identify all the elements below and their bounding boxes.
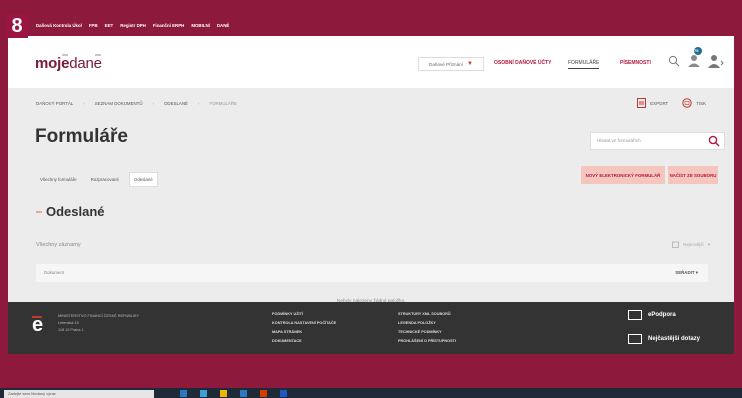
chevron-down-icon: ▼	[467, 61, 473, 67]
records-label: Všechny záznamy	[36, 242, 81, 248]
breadcrumb-separator: ›	[197, 101, 200, 106]
table-header: Dokument SEŘADIT ▾	[36, 264, 708, 282]
filter-value: Nejnovější	[683, 242, 704, 247]
chevron-down-icon: ▾	[707, 241, 710, 247]
folder-app-icon[interactable]	[220, 390, 227, 397]
breadcrumb-separator: ›	[152, 101, 154, 106]
footer-links-col-2: STRUKTURY XML SOUBORŮ LEGENDA POLOŽKY TE…	[398, 312, 456, 343]
bookmark-link[interactable]: EET	[105, 23, 114, 28]
search-icon[interactable]	[668, 54, 680, 72]
breadcrumb-item[interactable]: ODESLANÉ	[164, 101, 188, 106]
sort-filter[interactable]: Nejnovější ▾	[672, 241, 710, 248]
breadcrumb-item[interactable]: DAŇOVÝ PORTÁL	[36, 101, 73, 106]
site-logo[interactable]: mojedane	[35, 55, 102, 72]
sort-button[interactable]: SEŘADIT ▾	[675, 270, 698, 276]
footer-link[interactable]: KONTROLA NASTAVENÍ POČÍTAČE	[272, 321, 336, 325]
nav-tax-accounts[interactable]: OSOBNÍ DAŇOVÉ ÚČTY	[494, 60, 552, 66]
search-icon[interactable]	[708, 135, 720, 154]
os-taskbar: Zadejte sem hledaný výraz	[0, 388, 742, 398]
section-title: Odeslané	[36, 204, 105, 219]
logo-part: moj	[35, 55, 62, 72]
page-title: Formuláře	[35, 126, 128, 147]
logo-part: e	[61, 55, 70, 72]
office-app-icon[interactable]	[260, 390, 267, 397]
tab-in-progress[interactable]: Rozpracované	[87, 173, 123, 186]
footer-link[interactable]: PROHLÁŠENÍ O PŘÍSTUPNOSTI	[398, 339, 456, 343]
print-icon	[682, 98, 692, 108]
edge-app-icon[interactable]	[200, 390, 207, 397]
tab-sent[interactable]: Odeslané	[128, 172, 158, 187]
print-button[interactable]: TISK	[682, 98, 706, 108]
bookmark-link[interactable]: DANĚ	[217, 23, 229, 28]
ministry-street: Letenská 15	[58, 321, 79, 325]
footer-link[interactable]: STRUKTURY XML SOUBORŮ	[398, 312, 456, 316]
word-app-icon[interactable]	[280, 390, 287, 397]
load-file-button[interactable]: NAČÍST ZE SOUBORU	[668, 166, 718, 184]
office-select-value: Daňové Přiznání	[429, 61, 463, 67]
section-marker	[36, 210, 42, 213]
epodpora-label: ePodpora	[648, 312, 676, 318]
bookmark-link[interactable]: Daňová Kontrola Úkol	[36, 23, 82, 28]
footer-link[interactable]: LEGENDA POLOŽKY	[398, 321, 456, 325]
ministry-address: MINISTERSTVO FINANCÍ ČESKÉ REPUBLIKY Let…	[58, 314, 139, 332]
breadcrumb: DAŇOVÝ PORTÁL › SEZNAM DOKUMENTŮ › ODESL…	[36, 101, 237, 106]
ministry-city: 118 10 Praha 1	[58, 328, 84, 332]
section-title-text: Odeslané	[46, 204, 105, 219]
profile-icon[interactable]	[708, 54, 724, 73]
faq-link[interactable]: Nejčastější dotazy	[628, 334, 700, 344]
bookmark-link[interactable]: FPB	[89, 23, 98, 28]
faq-icon	[628, 334, 642, 344]
support-links: ePodpora Nejčastější dotazy	[628, 310, 700, 344]
page-tools: EXPORT TISK	[637, 98, 706, 108]
nav-forms[interactable]: FORMULÁŘE	[568, 60, 600, 69]
sort-label: SEŘADIT	[675, 270, 695, 275]
export-button[interactable]: EXPORT	[637, 98, 668, 108]
step-number-badge: 8	[6, 14, 28, 38]
footer-link[interactable]: TECHNICKÉ PODMÍNKY	[398, 330, 456, 334]
tab-all-forms[interactable]: Všechny formuláře	[36, 173, 81, 186]
breadcrumb-separator: ›	[83, 101, 85, 106]
faq-label: Nejčastější dotazy	[648, 336, 701, 342]
print-label: TISK	[696, 100, 706, 106]
epodpora-link[interactable]: ePodpora	[628, 310, 700, 320]
bookmark-link[interactable]: Registr DPH	[120, 23, 146, 28]
logo-part: e	[93, 55, 102, 72]
browser-app-icon[interactable]	[180, 390, 187, 397]
footer-link[interactable]: DOKUMENTACE	[272, 339, 336, 343]
bookmark-link[interactable]: Finanční ERPH	[153, 23, 184, 28]
search-placeholder: Hledat ve formulářích	[597, 138, 641, 143]
forms-search-input[interactable]: Hledat ve formulářích	[590, 132, 725, 150]
nav-documents[interactable]: PÍSEMNOSTI	[620, 60, 651, 66]
mail-app-icon[interactable]	[240, 390, 247, 397]
page-content: mojedane Daňové Přiznání ▼ OSOBNÍ DAŇOVÉ…	[8, 36, 734, 338]
footer-link[interactable]: PODMÍNKY UŽITÍ	[272, 312, 336, 316]
export-icon	[637, 98, 647, 108]
new-form-button[interactable]: NOVÝ ELEKTRONICKÝ FORMULÁŘ	[581, 166, 665, 184]
site-header: mojedane Daňové Přiznání ▼ OSOBNÍ DAŇOVÉ…	[8, 36, 734, 88]
breadcrumb-item[interactable]: SEZNAM DOKUMENTŮ	[95, 101, 143, 106]
office-select[interactable]: Daňové Přiznání ▼	[418, 57, 484, 71]
site-footer: e MINISTERSTVO FINANCÍ ČESKÉ REPUBLIKY L…	[8, 302, 734, 354]
ministry-name: MINISTERSTVO FINANCÍ ČESKÉ REPUBLIKY	[58, 314, 140, 318]
taskbar-search[interactable]: Zadejte sem hledaný výraz	[4, 390, 154, 398]
ministry-logo: e	[32, 314, 44, 336]
footer-link[interactable]: MAPA STRÁNEK	[272, 330, 336, 334]
breadcrumb-item: FORMULÁŘE	[209, 101, 237, 106]
logo-part: dan	[69, 55, 94, 72]
footer-links-col-1: PODMÍNKY UŽITÍ KONTROLA NASTAVENÍ POČÍTA…	[272, 312, 336, 343]
calendar-icon	[672, 241, 680, 248]
column-header-document: Dokument	[44, 270, 65, 275]
export-label: EXPORT	[650, 100, 669, 106]
bookmark-link[interactable]: MOBILNÍ	[191, 23, 210, 28]
monitor-icon	[628, 310, 642, 320]
browser-bookmarks-bar: Daňová Kontrola Úkol FPB EET Registr DPH…	[30, 14, 742, 36]
notification-count: 75	[694, 48, 699, 53]
forms-tabs: Všechny formuláře Rozpracované Odeslané	[36, 172, 158, 187]
